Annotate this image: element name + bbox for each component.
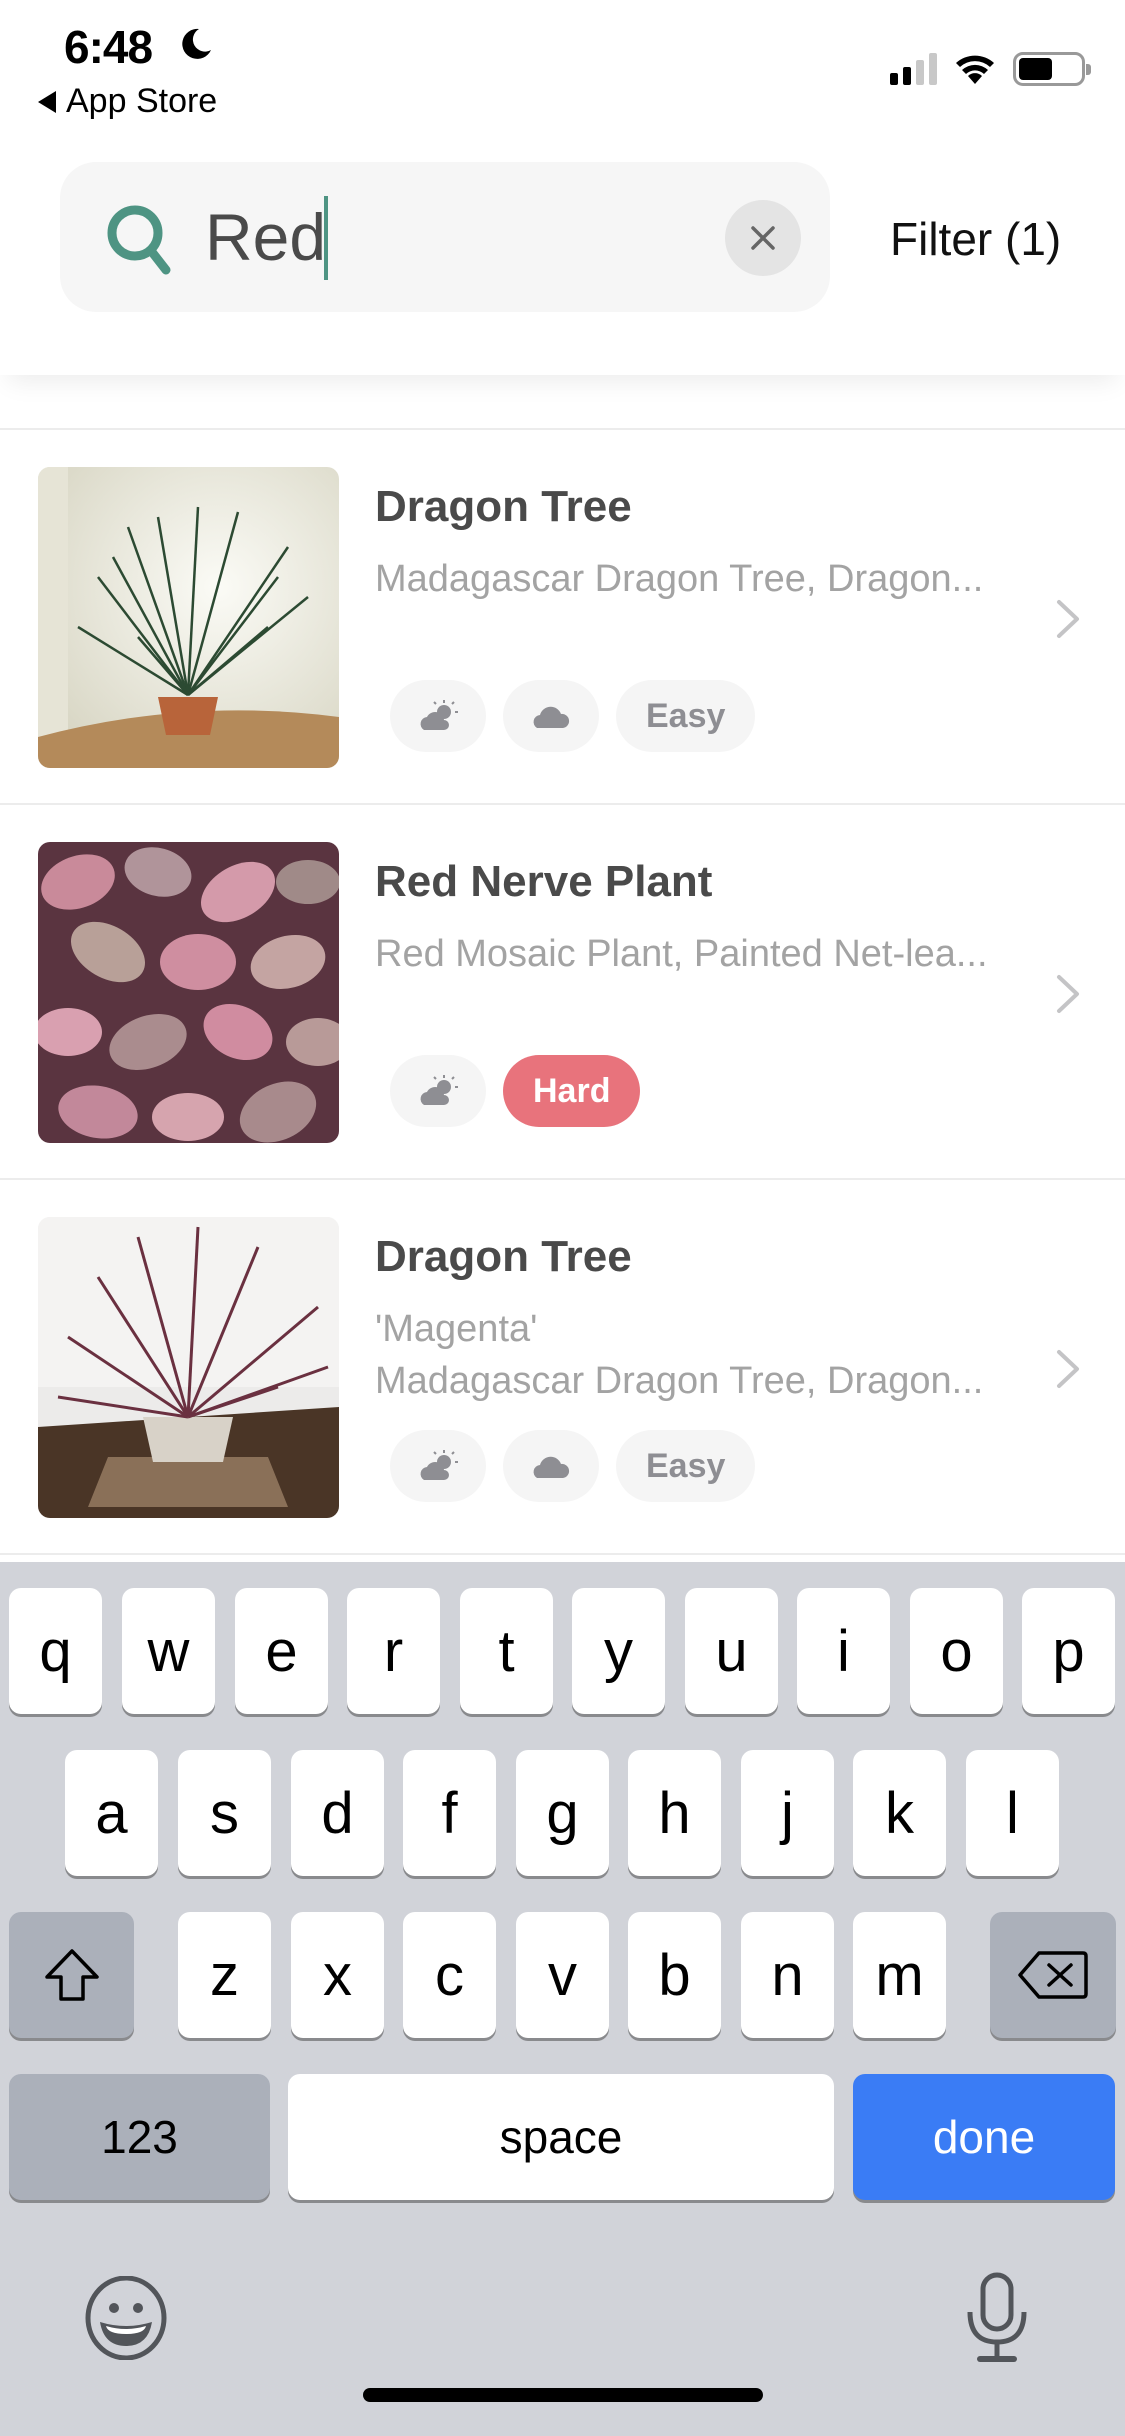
done-key[interactable]: done [853,2074,1115,2200]
filter-button[interactable]: Filter (1) [890,212,1061,266]
key-a[interactable]: a [65,1750,158,1876]
plant-thumbnail [38,467,339,768]
humidity-chip [503,1430,599,1502]
status-icons [890,52,1091,86]
key-l[interactable]: l [966,1750,1059,1876]
key-w[interactable]: w [122,1588,215,1714]
chevron-right-icon [1057,975,1079,1013]
key-k[interactable]: k [853,1750,946,1876]
status-bar: 6:48 App Store [0,0,1125,130]
key-z[interactable]: z [178,1912,271,2038]
search-box[interactable] [60,162,830,312]
key-j[interactable]: j [741,1750,834,1876]
search-header: Filter (1) [0,130,1125,375]
partly-sunny-icon [420,1075,458,1105]
back-to-app-store[interactable]: App Store [38,82,217,121]
plant-title: Red Nerve Plant [375,857,713,906]
key-y[interactable]: y [572,1588,665,1714]
chevron-right-icon [1057,1350,1079,1388]
key-g[interactable]: g [516,1750,609,1876]
close-icon [751,226,775,250]
humidity-chip [503,680,599,752]
plant-common-names: Madagascar Dragon Tree, Dragon... [375,1360,984,1402]
chevron-right-icon [1057,600,1079,638]
key-n[interactable]: n [741,1912,834,2038]
battery-icon [1013,52,1091,86]
key-p[interactable]: p [1022,1588,1115,1714]
back-arrow-icon [38,90,56,113]
plant-cultivar: 'Magenta' [375,1308,538,1350]
microphone-icon[interactable] [966,2272,1028,2364]
plant-common-names: Madagascar Dragon Tree, Dragon... [375,558,984,600]
key-t[interactable]: t [460,1588,553,1714]
list-item[interactable]: Dragon Tree 'Magenta' Madagascar Dragon … [0,1180,1125,1555]
key-d[interactable]: d [291,1750,384,1876]
key-q[interactable]: q [9,1588,102,1714]
list-item[interactable]: Red Nerve Plant Red Mosaic Plant, Painte… [0,805,1125,1180]
care-chips: Easy [390,1430,756,1502]
key-i[interactable]: i [797,1588,890,1714]
key-m[interactable]: m [853,1912,946,2038]
status-time: 6:48 [64,21,153,73]
cloud-icon [533,1456,570,1478]
light-chip [390,1055,486,1127]
key-u[interactable]: u [685,1588,778,1714]
wifi-icon [956,55,994,84]
emoji-icon[interactable] [84,2276,168,2360]
results-list: Dragon Tree Madagascar Dragon Tree, Drag… [0,428,1125,1555]
plant-title: Dragon Tree [375,1232,632,1281]
search-input[interactable] [205,192,765,282]
key-o[interactable]: o [910,1588,1003,1714]
key-b[interactable]: b [628,1912,721,2038]
shift-key[interactable] [9,1912,134,2038]
key-f[interactable]: f [403,1750,496,1876]
key-r[interactable]: r [347,1588,440,1714]
plant-thumbnail [38,1217,339,1518]
key-e[interactable]: e [235,1588,328,1714]
light-chip [390,1430,486,1502]
light-chip [390,680,486,752]
plant-thumbnail [38,842,339,1143]
backspace-key[interactable] [990,1912,1116,2038]
list-item[interactable]: Dragon Tree Madagascar Dragon Tree, Drag… [0,430,1125,805]
shift-icon [44,1949,99,2001]
key-s[interactable]: s [178,1750,271,1876]
partly-sunny-icon [420,1450,458,1480]
difficulty-chip: Easy [616,1430,756,1502]
care-chips: Hard [390,1055,641,1127]
back-app-label: App Store [66,82,218,120]
clear-search-button[interactable] [725,200,801,276]
moon-icon [182,28,211,59]
plant-common-names: Red Mosaic Plant, Painted Net-lea... [375,933,988,975]
home-indicator[interactable] [363,2388,763,2402]
keyboard: q w e r t y u i o p a s d f g h j k l z … [0,1562,1125,2436]
key-v[interactable]: v [516,1912,609,2038]
partly-sunny-icon [420,700,458,730]
text-caret [324,196,328,280]
key-h[interactable]: h [628,1750,721,1876]
key-c[interactable]: c [403,1912,496,2038]
difficulty-chip: Hard [503,1055,641,1127]
numbers-key[interactable]: 123 [9,2074,270,2200]
key-x[interactable]: x [291,1912,384,2038]
plant-title: Dragon Tree [375,482,632,531]
difficulty-chip: Easy [616,680,756,752]
cellular-signal-icon [890,53,937,85]
care-chips: Easy [390,680,756,752]
backspace-icon [1018,1951,1088,1999]
search-icon [107,205,171,275]
cloud-icon [533,706,570,728]
space-key[interactable]: space [288,2074,834,2200]
